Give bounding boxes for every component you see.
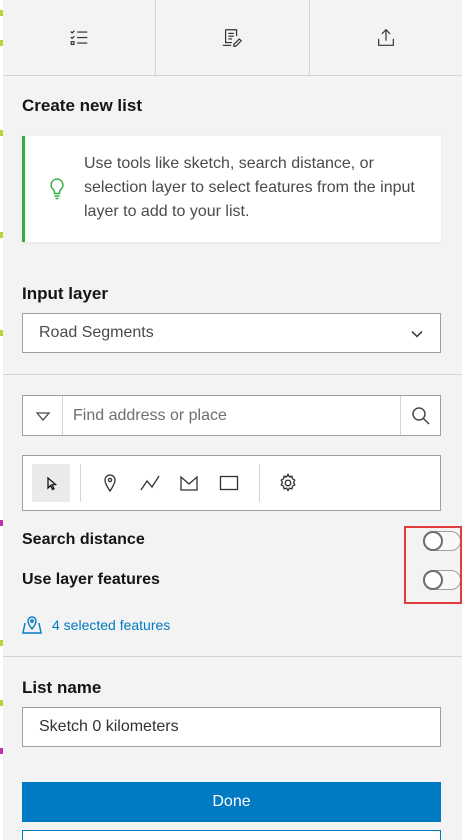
sketch-toolbar — [22, 455, 441, 511]
gear-icon — [280, 473, 296, 492]
create-list-panel: Create new list Use tools like sketch, s… — [3, 0, 462, 840]
cursor-icon — [47, 476, 58, 491]
tab-export[interactable] — [310, 0, 462, 75]
tab-checklist[interactable] — [3, 0, 157, 75]
input-layer-label: Input layer — [22, 284, 108, 303]
polygon-icon — [180, 475, 198, 491]
done-button[interactable]: Done — [22, 782, 441, 822]
caret-down-icon — [35, 411, 50, 421]
search-source-dropdown[interactable] — [23, 396, 63, 435]
polyline-tool-button[interactable] — [131, 464, 169, 502]
secondary-button[interactable] — [22, 830, 441, 840]
selected-features-link[interactable]: 4 selected features — [22, 615, 170, 635]
input-layer-select[interactable]: Road Segments — [22, 313, 441, 353]
polyline-icon — [140, 475, 160, 491]
selected-features-text: 4 selected features — [52, 617, 171, 633]
use-layer-features-label: Use layer features — [22, 571, 160, 588]
tab-list-edit[interactable] — [156, 0, 310, 75]
sketch-settings-button[interactable] — [269, 464, 307, 502]
chevron-down-icon — [411, 330, 423, 338]
map-pin-icon — [22, 616, 42, 634]
section-divider — [3, 656, 462, 657]
input-layer-value: Road Segments — [39, 324, 154, 341]
list-name-label: List name — [22, 678, 102, 697]
polygon-tool-button[interactable] — [170, 464, 208, 502]
tab-bar — [3, 0, 462, 76]
select-tool-button[interactable] — [32, 464, 70, 502]
section-divider — [3, 374, 462, 375]
notice-text: Use tools like sketch, search distance, … — [84, 155, 415, 220]
list-name-input[interactable] — [22, 707, 441, 747]
rectangle-icon — [219, 475, 239, 491]
create-list-heading: Create new list — [22, 96, 142, 115]
toolbar-separator — [259, 464, 260, 502]
search-input[interactable] — [63, 396, 400, 435]
search-distance-label: Search distance — [22, 531, 145, 548]
search-icon — [411, 406, 430, 425]
toggle-highlight-box — [404, 526, 462, 604]
toolbar-separator — [80, 464, 81, 502]
point-tool-button[interactable] — [91, 464, 129, 502]
list-edit-icon — [223, 28, 243, 47]
search-widget — [22, 395, 441, 436]
lightbulb-icon — [50, 178, 64, 200]
info-notice: Use tools like sketch, search distance, … — [22, 136, 441, 242]
search-button[interactable] — [400, 396, 440, 435]
rectangle-tool-button[interactable] — [210, 464, 248, 502]
checklist-icon — [70, 29, 88, 45]
point-pin-icon — [104, 474, 116, 493]
export-icon — [377, 28, 394, 46]
